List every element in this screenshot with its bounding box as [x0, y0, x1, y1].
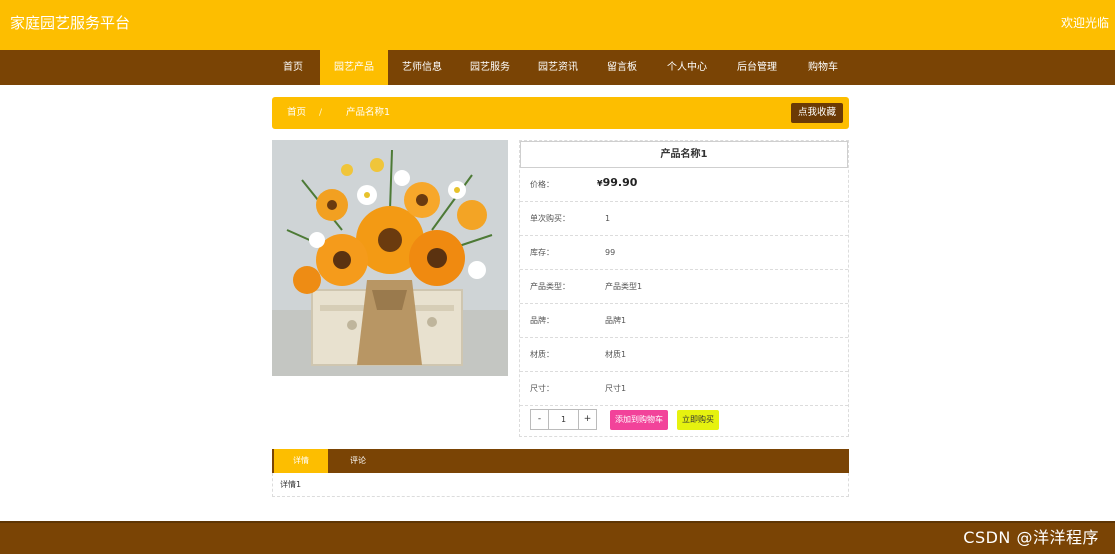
- price-label: 价格：: [530, 180, 554, 189]
- product-info-panel: 产品名称1 价格： ¥99.90 单次购买： 1 库存： 99 产品类型： 产品…: [519, 140, 849, 437]
- tab-content: 详情1: [272, 473, 849, 497]
- single-buy-value: 1: [605, 214, 611, 223]
- nav-item-admin[interactable]: 后台管理: [722, 50, 792, 85]
- flower-bouquet-image: [272, 140, 508, 376]
- quantity-decrease-button[interactable]: -: [531, 410, 549, 429]
- material-label: 材质：: [530, 350, 554, 359]
- quantity-input[interactable]: [549, 410, 578, 429]
- tab-comments[interactable]: 评论: [330, 449, 386, 473]
- nav-item-garden-news[interactable]: 园艺资讯: [524, 50, 592, 85]
- breadcrumb-separator: /: [319, 108, 323, 118]
- breadcrumb: 首页 / 产品名称1 点我收藏: [272, 97, 849, 129]
- buy-now-button[interactable]: 立即购买: [677, 410, 719, 430]
- top-header: 家庭园艺服务平台 欢迎光临: [0, 0, 1115, 50]
- favorite-button[interactable]: 点我收藏: [790, 103, 843, 123]
- breadcrumb-home[interactable]: 首页: [287, 97, 306, 129]
- price-amount: 99.90: [602, 176, 638, 189]
- brand-label: 品牌：: [530, 316, 554, 325]
- type-label: 产品类型：: [530, 282, 570, 291]
- single-buy-label: 单次购买：: [530, 214, 570, 223]
- size-label: 尺寸：: [530, 384, 554, 393]
- product-title: 产品名称1: [520, 141, 848, 168]
- stock-row: 库存： 99: [520, 236, 848, 270]
- nav-item-message-board[interactable]: 留言板: [592, 50, 652, 85]
- size-row: 尺寸： 尺寸1: [520, 372, 848, 406]
- tab-details[interactable]: 详情: [274, 449, 328, 473]
- detail-tabs: 详情 评论: [272, 449, 849, 473]
- brand-value: 品牌1: [605, 316, 627, 325]
- details-text: 详情1: [280, 480, 302, 489]
- price-value: ¥99.90: [597, 168, 637, 199]
- breadcrumb-current: 产品名称1: [346, 107, 391, 118]
- nav-item-personal-center[interactable]: 个人中心: [654, 50, 720, 85]
- nav-item-gardener-info[interactable]: 艺师信息: [388, 50, 456, 85]
- price-row: 价格： ¥99.90: [520, 168, 848, 202]
- quantity-increase-button[interactable]: +: [578, 410, 596, 429]
- single-buy-row: 单次购买： 1: [520, 202, 848, 236]
- product-image: [272, 140, 508, 376]
- welcome-text: 欢迎光临: [1060, 16, 1109, 30]
- type-row: 产品类型： 产品类型1: [520, 270, 848, 304]
- nav-item-garden-products[interactable]: 园艺产品: [320, 50, 388, 85]
- footer: [0, 521, 1115, 554]
- nav-item-home[interactable]: 首页: [268, 50, 318, 85]
- main-nav: 首页 园艺产品 艺师信息 园艺服务 园艺资讯 留言板 个人中心 后台管理 购物车: [0, 50, 1115, 85]
- size-value: 尺寸1: [605, 384, 627, 393]
- brand-row: 品牌： 品牌1: [520, 304, 848, 338]
- material-value: 材质1: [605, 350, 627, 359]
- type-value: 产品类型1: [605, 282, 643, 291]
- site-title: 家庭园艺服务平台: [10, 14, 131, 32]
- stock-label: 库存：: [530, 248, 554, 257]
- csdn-watermark: CSDN @洋洋程序: [963, 528, 1099, 547]
- add-to-cart-button[interactable]: 添加到购物车: [610, 410, 668, 430]
- stock-value: 99: [605, 248, 616, 257]
- nav-item-cart[interactable]: 购物车: [794, 50, 852, 85]
- quantity-stepper: - +: [530, 409, 597, 430]
- material-row: 材质： 材质1: [520, 338, 848, 372]
- nav-item-garden-service[interactable]: 园艺服务: [456, 50, 524, 85]
